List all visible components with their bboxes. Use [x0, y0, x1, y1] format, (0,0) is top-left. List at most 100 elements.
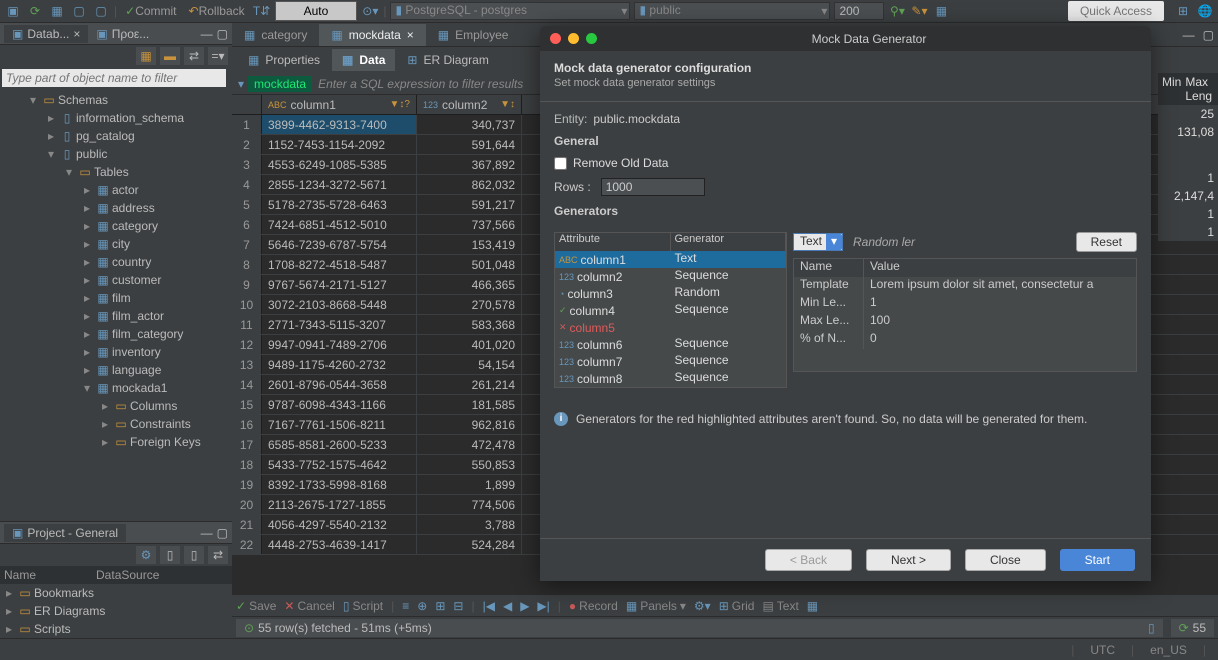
tx-icon[interactable]: T⇵ — [253, 2, 271, 20]
property-row[interactable]: TemplateLorem ipsum dolor sit amet, cons… — [794, 277, 1136, 295]
refresh-icon[interactable]: ⟳ — [26, 2, 44, 20]
project-item[interactable]: ▸▭Scripts — [0, 620, 232, 638]
auto-mode[interactable]: Auto — [275, 1, 358, 21]
view-icon[interactable]: ▦ — [932, 2, 950, 20]
proj-paste-icon[interactable]: ▯ — [184, 546, 204, 564]
project-item[interactable]: ▸▭Bookmarks — [0, 584, 232, 602]
window-close-icon[interactable] — [550, 33, 561, 44]
edit-icon[interactable]: ✎▾ — [910, 2, 928, 20]
panels-button[interactable]: ▦Panels ▾ — [626, 599, 686, 613]
back-button[interactable]: < Back — [765, 549, 852, 571]
schema-select[interactable]: ▮ public▾ — [634, 2, 830, 20]
grid-button[interactable]: ⊞Grid — [719, 599, 755, 613]
gear-icon[interactable]: ⚙▾ — [694, 599, 711, 613]
tab-min-icon[interactable]: — — [1179, 24, 1199, 46]
remove-old-checkbox[interactable] — [554, 157, 567, 170]
subtab-er[interactable]: ⊞ER Diagram — [397, 49, 498, 71]
dup-row-icon[interactable]: ⊞ — [435, 599, 445, 613]
tables-node[interactable]: ▾▭Tables — [0, 163, 232, 181]
reset-button[interactable]: Reset — [1076, 232, 1137, 252]
save-button[interactable]: ✓Save — [236, 599, 276, 613]
nav-link-icon[interactable]: ⇄ — [184, 47, 204, 65]
tab-max-icon[interactable]: ▢ — [1199, 24, 1218, 46]
rows-input[interactable] — [601, 178, 705, 196]
last-icon[interactable]: ▶| — [537, 599, 549, 613]
schema-public-node[interactable]: ▾▯public — [0, 145, 232, 163]
prev-icon[interactable]: ◀ — [503, 599, 512, 613]
next-button[interactable]: Next > — [866, 549, 951, 571]
row-limit-input[interactable] — [834, 2, 884, 20]
table-node[interactable]: ▸▦address — [0, 199, 232, 217]
connection-select[interactable]: ▮ PostgreSQL - postgres▾ — [390, 2, 630, 20]
property-row[interactable]: % of N...0 — [794, 331, 1136, 349]
record-button[interactable]: ●Record — [569, 599, 618, 613]
close-icon[interactable]: × — [407, 28, 414, 42]
table-node[interactable]: ▸▦film_category — [0, 325, 232, 343]
generator-row[interactable]: ◔column3Random — [555, 285, 786, 302]
proj-conf-icon[interactable]: ⚙ — [136, 546, 156, 564]
new-conn-icon[interactable]: ▣ — [4, 2, 22, 20]
generator-row[interactable]: ✓column4Sequence — [555, 302, 786, 319]
generator-row[interactable]: 123column2Sequence — [555, 268, 786, 285]
start-button[interactable]: Start — [1060, 549, 1135, 571]
close-icon[interactable]: × — [73, 27, 80, 41]
text-button[interactable]: ▤Text — [762, 599, 798, 613]
sql-filter-input[interactable]: Enter a SQL expression to filter results — [312, 77, 529, 91]
table-node[interactable]: ▸▦film_actor — [0, 307, 232, 325]
window-min-icon[interactable] — [568, 33, 579, 44]
sql2-icon[interactable]: ▢ — [70, 2, 88, 20]
del-row-icon[interactable]: ⊟ — [453, 599, 463, 613]
table-node[interactable]: ▸▦film — [0, 289, 232, 307]
table-child-node[interactable]: ▸▭Columns — [0, 397, 232, 415]
subtab-properties[interactable]: ▦Properties — [238, 49, 330, 71]
nav-filter-input[interactable] — [2, 69, 226, 87]
property-row[interactable]: Max Le...100 — [794, 313, 1136, 331]
dialog-titlebar[interactable]: Mock Data Generator — [540, 26, 1151, 51]
globe-icon[interactable]: 🌐 — [1196, 2, 1214, 20]
tab-employee[interactable]: ▦Employee — [426, 24, 521, 46]
proj-copy-icon[interactable]: ▯ — [160, 546, 180, 564]
quick-access-button[interactable]: Quick Access — [1068, 1, 1164, 21]
perspective-icon[interactable]: ⊞ — [1174, 2, 1192, 20]
project-tab[interactable]: ▣Project - General — [4, 524, 126, 542]
next-icon[interactable]: ▶ — [520, 599, 529, 613]
edit-row-icon[interactable]: ≡ — [402, 599, 409, 613]
sql3-icon[interactable]: ▢ — [92, 2, 110, 20]
close-button[interactable]: Close — [965, 549, 1046, 571]
table-node[interactable]: ▾▦mockada1 — [0, 379, 232, 397]
cancel-button[interactable]: ✕Cancel — [284, 599, 334, 613]
table-child-node[interactable]: ▸▭Constraints — [0, 415, 232, 433]
schema-node[interactable]: ▸▯information_schema — [0, 109, 232, 127]
schemas-node[interactable]: ▾▭Schemas — [0, 91, 232, 109]
first-icon[interactable]: |◀ — [483, 599, 495, 613]
view-icon[interactable]: ▦ — [807, 599, 818, 613]
projects-tab[interactable]: ▣Προε... — [88, 25, 157, 43]
tab-category[interactable]: ▦category — [232, 24, 319, 46]
rollback-button[interactable]: ↶Rollback — [185, 4, 249, 18]
table-node[interactable]: ▸▦city — [0, 235, 232, 253]
minimize-icon[interactable]: — — [201, 27, 213, 41]
property-row[interactable]: Min Le...1 — [794, 295, 1136, 313]
filter-mode-icon[interactable]: ▾ — [234, 77, 248, 91]
schema-node[interactable]: ▸▯pg_catalog — [0, 127, 232, 145]
maximize-icon[interactable]: ▢ — [217, 526, 228, 540]
database-tab[interactable]: ▣Datab... × — [4, 25, 88, 43]
nav-home-icon[interactable]: ▦ — [136, 47, 156, 65]
table-node[interactable]: ▸▦customer — [0, 271, 232, 289]
nav-folder-icon[interactable]: ▬ — [160, 47, 180, 65]
minimize-icon[interactable]: — — [201, 526, 213, 540]
tool-icon[interactable]: ⚲▾ — [888, 2, 906, 20]
type-select[interactable]: Text▾ — [793, 233, 843, 251]
sql-icon[interactable]: ▦ — [48, 2, 66, 20]
generator-row[interactable]: ✕column5 — [555, 319, 786, 336]
commit-button[interactable]: ✓Commit — [121, 4, 180, 18]
generator-row[interactable]: ABCcolumn1Text — [555, 251, 786, 268]
subtab-data[interactable]: ▦Data — [332, 49, 395, 71]
script-button[interactable]: ▯Script — [343, 599, 383, 613]
add-row-icon[interactable]: ⊕ — [417, 599, 427, 613]
table-node[interactable]: ▸▦actor — [0, 181, 232, 199]
generator-row[interactable]: 123column7Sequence — [555, 353, 786, 370]
table-node[interactable]: ▸▦category — [0, 217, 232, 235]
proj-link-icon[interactable]: ⇄ — [208, 546, 228, 564]
col-header-2[interactable]: 123column2▼↕ — [417, 95, 522, 114]
